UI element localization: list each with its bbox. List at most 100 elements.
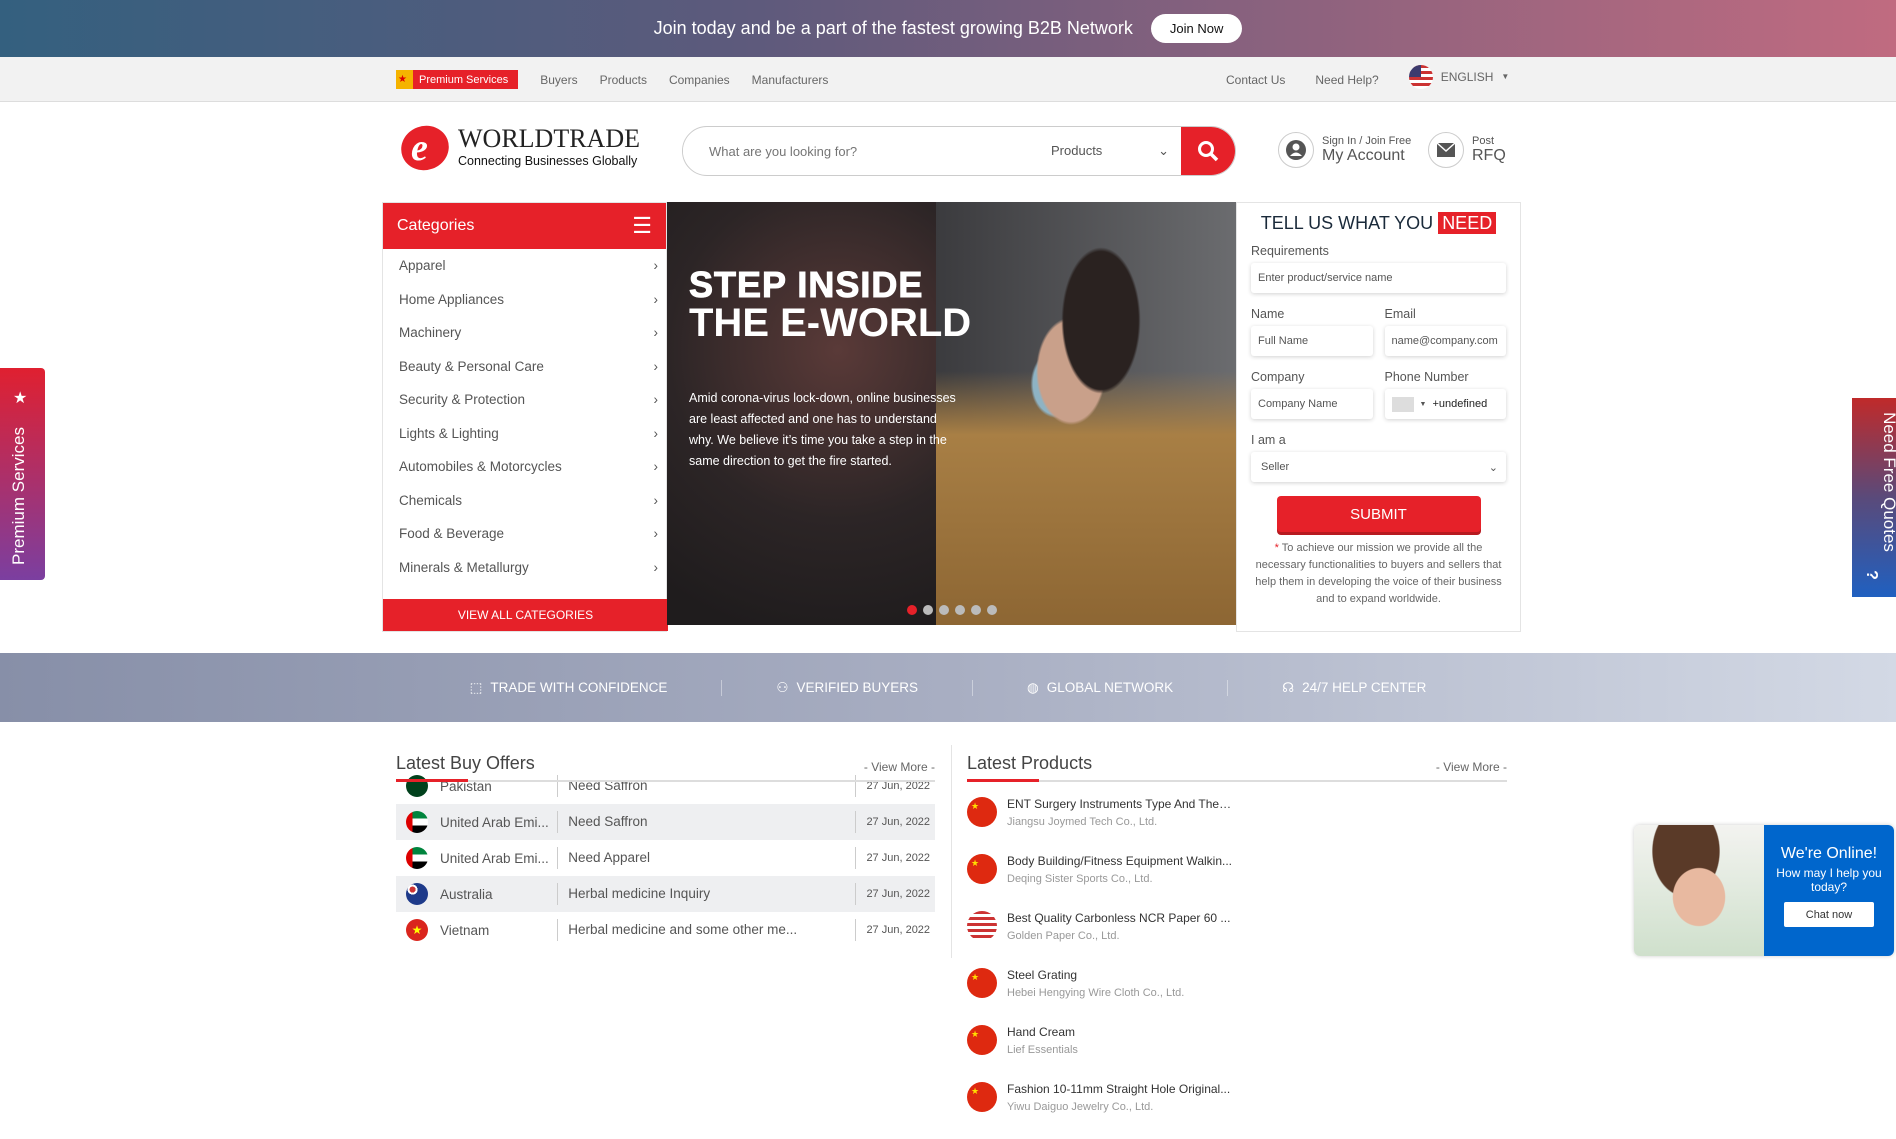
view-more-products[interactable]: - View More -	[1436, 760, 1507, 774]
vn-flag-icon: ★	[406, 919, 428, 941]
chevron-down-icon: ⌄	[1488, 461, 1498, 474]
feature-verified: ⚇ VERIFIED BUYERS	[722, 679, 974, 696]
globe-icon: ◍	[1027, 679, 1039, 695]
product-item[interactable]: ★ ENT Surgery Instruments Type And The ..…	[967, 797, 1237, 854]
join-now-button[interactable]: Join Now	[1150, 14, 1243, 43]
chevron-right-icon: ›	[653, 425, 659, 441]
category-item[interactable]: Machinery ›	[383, 316, 666, 350]
requirements-input[interactable]: Enter product/service name	[1251, 263, 1506, 293]
buy-offer-row[interactable]: Australia Herbal medicine Inquiry 27 Jun, …	[396, 876, 935, 912]
user-icon	[1278, 132, 1314, 168]
chevron-right-icon: ›	[653, 492, 659, 508]
view-more-buy-offers[interactable]: - View More -	[864, 760, 935, 774]
us-flag-icon	[967, 911, 997, 941]
post-rfq-link[interactable]: Post RFQ	[1428, 132, 1506, 168]
product-item[interactable]: ★ Steel Grating Hebei Hengying Wire Cloth …	[967, 968, 1237, 1025]
product-item[interactable]: ★ Body Building/Fitness Equipment Walkin.…	[967, 854, 1237, 911]
categories-header: Categories ☰	[383, 203, 666, 249]
form-note: * To achieve our mission we provide all …	[1255, 542, 1502, 605]
headset-icon: ☊	[1282, 679, 1295, 695]
svg-text:e: e	[411, 127, 428, 169]
feature-global: ◍ GLOBAL NETWORK	[973, 679, 1229, 696]
category-item[interactable]: Chemicals ›	[383, 484, 666, 518]
nav-products[interactable]: Products	[600, 73, 647, 87]
carousel-dot[interactable]	[923, 605, 933, 615]
carousel-dot[interactable]	[907, 605, 917, 615]
hero-body: Amid corona-virus lock-down, online busi…	[689, 391, 956, 468]
category-item[interactable]: Food & Beverage ›	[383, 517, 666, 551]
chat-widget: We're Online! How may I help you today? …	[1634, 825, 1894, 956]
product-item[interactable]: ★ Hand Cream Lief Essentials	[967, 1025, 1237, 1082]
chevron-right-icon: ›	[653, 358, 659, 374]
my-account-link[interactable]: Sign In / Join Free My Account	[1278, 132, 1411, 168]
nav-companies[interactable]: Companies	[669, 73, 730, 87]
contact-us-link[interactable]: Contact Us	[1226, 73, 1285, 87]
view-all-categories-button[interactable]: VIEW ALL CATEGORIES	[383, 599, 668, 631]
email-input[interactable]: name@company.com	[1384, 326, 1506, 356]
chevron-right-icon: ›	[653, 392, 659, 408]
latest-buy-offers: Latest Buy Offers - View More - Pakistan N…	[396, 745, 935, 958]
logo[interactable]: e WORLDTRADE Connecting Businesses Globa…	[398, 124, 650, 172]
carousel-dots	[907, 605, 997, 615]
need-free-quotes-side-tab[interactable]: Need Free Quotes ?	[1852, 398, 1896, 597]
feature-trade: ⬚ TRADE WITH CONFIDENCE	[416, 679, 723, 696]
divider	[951, 745, 952, 958]
need-help-link[interactable]: Need Help?	[1315, 73, 1378, 87]
category-item[interactable]: Security & Protection ›	[383, 383, 666, 417]
top-banner: Join today and be a part of the fastest …	[0, 0, 1896, 57]
hero-title-line1: STEP INSIDE	[688, 264, 924, 306]
carousel-dot[interactable]	[987, 605, 997, 615]
company-input[interactable]: Company Name	[1251, 389, 1373, 419]
premium-services-side-tab[interactable]: ★ Premium Services	[0, 368, 45, 580]
category-item[interactable]: Lights & Lighting ›	[383, 417, 666, 451]
chevron-down-icon: ⌄	[1158, 143, 1169, 158]
language-selector[interactable]: ENGLISH ▼	[1408, 64, 1510, 89]
chevron-right-icon: ›	[653, 291, 659, 307]
chevron-right-icon: ›	[653, 559, 659, 575]
category-item[interactable]: Beauty & Personal Care ›	[383, 350, 666, 384]
cn-flag-icon: ★	[967, 1082, 997, 1112]
category-item[interactable]: Minerals & Metallurgy ›	[383, 551, 666, 585]
buy-offer-row[interactable]: United Arab Emi... Need Saffron 27 Jun, 20…	[396, 804, 935, 840]
uae-flag-icon	[406, 811, 428, 833]
search-icon	[1198, 141, 1219, 162]
buy-offer-row[interactable]: ★ Vietnam Herbal medicine and some other m…	[396, 912, 935, 948]
submit-button[interactable]: SUBMIT	[1276, 496, 1481, 532]
search-bar: Products⌄	[682, 126, 1236, 176]
chevron-right-icon: ›	[653, 325, 659, 341]
category-item[interactable]: Automobiles & Motorcycles ›	[383, 450, 666, 484]
feature-help: ☊ 24/7 HELP CENTER	[1282, 679, 1427, 696]
top-nav: ★ Premium Services Buyers Products Compan…	[0, 57, 1896, 102]
hamburger-menu-icon[interactable]: ☰	[632, 213, 652, 239]
carousel-dot[interactable]	[955, 605, 965, 615]
caret-down-icon: ▼	[1501, 72, 1510, 81]
category-item[interactable]: Home Appliances ›	[383, 283, 666, 317]
carousel-dot[interactable]	[971, 605, 981, 615]
aus-flag-icon	[406, 883, 428, 905]
search-input[interactable]	[683, 143, 1051, 159]
hero-title-line2: THE E-WORLD	[689, 301, 972, 345]
hero-carousel[interactable]: STEP INSIDE THE E-WORLD Amid corona-viru…	[667, 202, 1236, 625]
nav-buyers[interactable]: Buyers	[540, 73, 577, 87]
name-input[interactable]: Full Name	[1251, 326, 1373, 356]
banner-text: Join today and be a part of the fastest …	[653, 18, 1133, 38]
product-item[interactable]: ★ Fashion 10-11mm Straight Hole Original.…	[967, 1082, 1237, 1139]
features-band: ⬚ TRADE WITH CONFIDENCE ⚇ VERIFIED BUYERS …	[0, 653, 1896, 722]
search-category-select[interactable]: Products ⌄	[1051, 143, 1181, 159]
product-item[interactable]: Best Quality Carbonless NCR Paper 60 ...…	[967, 911, 1237, 968]
premium-services-link[interactable]: ★ Premium Services	[396, 70, 519, 89]
category-item[interactable]: Apparel ›	[383, 249, 666, 283]
star-icon: ★	[13, 390, 28, 407]
box-hand-icon: ⬚	[469, 679, 483, 695]
chat-now-button[interactable]: Chat now	[1784, 902, 1874, 927]
carousel-dot[interactable]	[939, 605, 949, 615]
search-button[interactable]	[1181, 127, 1235, 175]
role-select[interactable]: Seller ⌄	[1251, 452, 1506, 482]
country-code-select[interactable]	[1391, 396, 1414, 412]
cn-flag-icon: ★	[967, 1025, 997, 1055]
chevron-right-icon: ›	[653, 258, 659, 274]
phone-input[interactable]: ▼ +undefined	[1384, 389, 1506, 419]
buy-offer-row[interactable]: United Arab Emi... Need Apparel 27 Jun, 20…	[396, 840, 935, 876]
nav-manufacturers[interactable]: Manufacturers	[752, 73, 829, 87]
cn-flag-icon: ★	[967, 797, 997, 827]
